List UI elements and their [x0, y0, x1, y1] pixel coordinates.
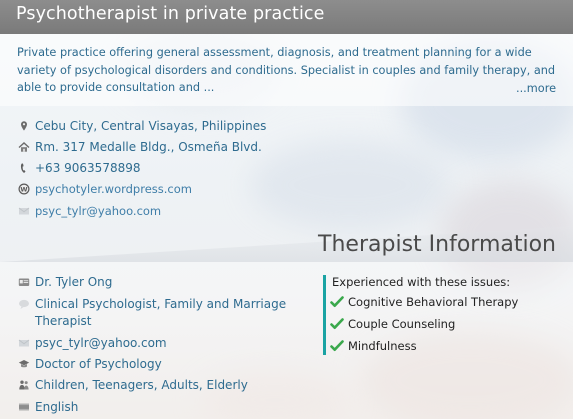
- therapist-title-row-2: Therapist: [35, 312, 92, 330]
- location-text: Cebu City, Central Visayas, Philippines: [35, 119, 267, 133]
- map-pin-icon: [18, 120, 30, 132]
- speech-bubble-icon: [18, 298, 30, 310]
- therapist-name: Dr. Tyler Ong: [35, 275, 113, 289]
- therapist-email-link[interactable]: psyc_tylr@yahoo.com: [35, 336, 167, 350]
- more-link[interactable]: ...more: [516, 82, 556, 95]
- checkmark-icon: [330, 340, 344, 351]
- degree-row: Doctor of Psychology: [18, 355, 162, 373]
- issue-label: Cognitive Behavioral Therapy: [348, 295, 519, 309]
- ages-text: Children, Teenagers, Adults, Elderly: [35, 378, 248, 392]
- checkmark-icon: [330, 296, 344, 307]
- address-row: Rm. 317 Medalle Bldg., Osmeña Blvd.: [18, 138, 262, 156]
- email-link[interactable]: psyc_tylr@yahoo.com: [35, 204, 161, 218]
- website-row: W psychotyler.wordpress.com: [18, 180, 192, 198]
- envelope-icon: [18, 337, 30, 349]
- language-row: English: [18, 398, 78, 416]
- issue-item: Mindfulness: [330, 337, 417, 355]
- phone-text: +63 9063578898: [35, 161, 141, 175]
- svg-text:W: W: [20, 185, 27, 193]
- website-link[interactable]: psychotyler.wordpress.com: [35, 182, 192, 196]
- issue-item: Couple Counseling: [330, 315, 455, 333]
- home-icon: [18, 141, 30, 153]
- therapist-email-row: psyc_tylr@yahoo.com: [18, 334, 167, 352]
- people-icon: [18, 379, 30, 391]
- therapist-title-line1: Clinical Psychologist, Family and Marria…: [35, 297, 287, 311]
- page-header: Psychotherapist in private practice: [0, 0, 573, 34]
- flag-icon: [18, 401, 30, 413]
- page-title: Psychotherapist in private practice: [16, 4, 325, 24]
- therapist-title-line2: Therapist: [35, 314, 92, 328]
- envelope-icon: [18, 205, 30, 217]
- issue-label: Couple Counseling: [348, 317, 456, 331]
- issues-panel: Experienced with these issues: Cognitive…: [323, 275, 570, 355]
- therapist-title-row: Clinical Psychologist, Family and Marria…: [18, 295, 286, 313]
- location-row: Cebu City, Central Visayas, Philippines: [18, 117, 266, 135]
- phone-row: +63 9063578898: [18, 159, 141, 177]
- wordpress-icon: W: [18, 183, 30, 195]
- phone-icon: [18, 162, 30, 174]
- issue-label: Mindfulness: [348, 339, 417, 353]
- therapist-name-row: Dr. Tyler Ong: [18, 273, 112, 291]
- degree-text: Doctor of Psychology: [35, 357, 162, 371]
- checkmark-icon: [330, 318, 344, 329]
- email-row: psyc_tylr@yahoo.com: [18, 202, 161, 220]
- address-text: Rm. 317 Medalle Bldg., Osmeña Blvd.: [35, 140, 262, 154]
- practice-description: Private practice offering general assess…: [17, 46, 556, 94]
- ages-row: Children, Teenagers, Adults, Elderly: [18, 376, 248, 394]
- therapist-section-title: Therapist Information: [318, 232, 556, 257]
- language-text: English: [35, 400, 79, 414]
- id-card-icon: [18, 276, 30, 288]
- issue-item: Cognitive Behavioral Therapy: [330, 293, 518, 311]
- issues-heading: Experienced with these issues:: [332, 275, 511, 289]
- graduation-cap-icon: [18, 358, 30, 370]
